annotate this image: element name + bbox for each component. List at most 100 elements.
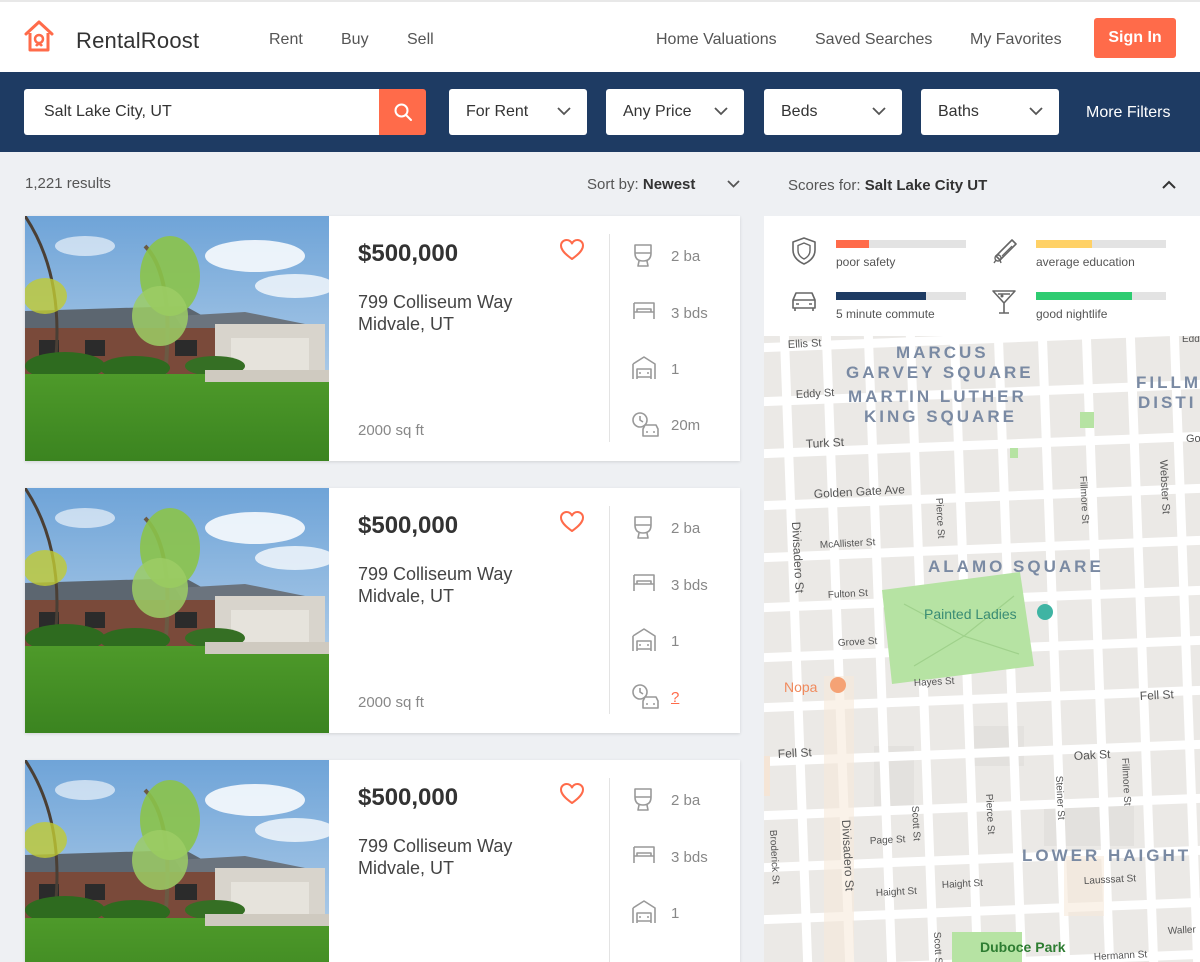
listing-card[interactable]: $500,000 799 Colliseum Way Midvale, UT 2… (25, 216, 740, 461)
commute-feature: 20m (631, 411, 731, 441)
nightlife-score-bar (1036, 292, 1166, 300)
baths-value: 2 ba (671, 248, 701, 265)
diploma-icon (993, 239, 1017, 264)
scores-header[interactable]: Scores for: Salt Lake City UT (764, 152, 1200, 216)
chevron-down-icon (714, 107, 728, 116)
safety-score-fill (836, 240, 869, 248)
garage-icon (632, 356, 656, 379)
baths-value: 2 ba (671, 792, 701, 809)
toilet-icon (634, 788, 652, 811)
shield-icon (792, 237, 816, 265)
nav-saved-searches[interactable]: Saved Searches (815, 31, 932, 49)
beds-value: 3 bds (671, 849, 708, 866)
education-score: average education (990, 236, 1190, 276)
brand-name[interactable]: RentalRoost (76, 28, 199, 54)
svg-text:Steiner St: Steiner St (1053, 776, 1066, 821)
listing-address-line2[interactable]: Midvale, UT (358, 858, 454, 879)
svg-text:Grove St: Grove St (838, 636, 878, 649)
nav-buy[interactable]: Buy (341, 31, 369, 49)
map-canvas[interactable]: MARCUS GARVEY SQUARE MARTIN LUTHER KING … (764, 336, 1200, 962)
price-value: Any Price (623, 103, 692, 120)
heart-icon[interactable] (559, 782, 585, 806)
svg-text:Eddy: Eddy (1182, 336, 1200, 345)
heart-icon[interactable] (559, 238, 585, 262)
nav-rent[interactable]: Rent (269, 31, 303, 49)
commute-score-bar (836, 292, 966, 300)
beds-dropdown[interactable]: Beds (764, 89, 902, 135)
listing-address-line2[interactable]: Midvale, UT (358, 314, 454, 335)
bed-icon (633, 302, 655, 319)
garage-value: 1 (671, 361, 680, 378)
listing-sqft: 2000 sq ft (358, 694, 424, 711)
location-search-input[interactable]: Salt Lake City, UT (24, 89, 380, 135)
garage-feature: 1 (631, 627, 731, 657)
top-header: RentalRoost Rent Buy Sell Home Valuation… (0, 0, 1200, 72)
poi-painted-ladies[interactable]: Painted Ladies (924, 606, 1017, 622)
safety-score: poor safety (790, 236, 990, 276)
garage-value: 1 (671, 633, 680, 650)
beds-feature: 3 bds (631, 571, 731, 601)
poi-nopa[interactable]: Nopa (784, 679, 818, 695)
svg-text:Fell St: Fell St (1139, 687, 1174, 703)
svg-text:Gol: Gol (1186, 433, 1200, 445)
heart-icon[interactable] (559, 510, 585, 534)
sort-dropdown[interactable]: Sort by: Newest (587, 176, 695, 193)
listing-type-dropdown[interactable]: For Rent (449, 89, 587, 135)
chevron-down-icon (872, 107, 886, 116)
listing-card[interactable]: $500,000 799 Colliseum Way Midvale, UT 2… (25, 488, 740, 733)
nightlife-score: good nightlife (990, 288, 1190, 328)
garage-feature: 1 (631, 355, 731, 385)
commute-clock-car-icon (632, 684, 659, 709)
scores-title: Scores for: Salt Lake City UT (788, 177, 987, 194)
listing-address-line2[interactable]: Midvale, UT (358, 586, 454, 607)
bed-icon (633, 574, 655, 591)
beds-feature: 3 bds (631, 843, 731, 873)
baths-value: Baths (938, 103, 979, 120)
nightlife-score-fill (1036, 292, 1133, 300)
map-label-fillmore: FILLM (1136, 373, 1200, 392)
safety-score-label: poor safety (836, 255, 896, 269)
listing-address-line1[interactable]: 799 Colliseum Way (358, 292, 512, 313)
chevron-down-icon[interactable] (727, 180, 740, 188)
listing-price: $500,000 (358, 784, 459, 811)
svg-text:Turk St: Turk St (805, 435, 845, 451)
house-photo[interactable] (25, 216, 329, 461)
listing-address-line1[interactable]: 799 Colliseum Way (358, 836, 512, 857)
sort-value: Newest (642, 176, 696, 193)
sign-in-button[interactable]: Sign In (1094, 18, 1176, 58)
divider (609, 234, 610, 442)
divider (609, 778, 610, 962)
toilet-icon (634, 244, 652, 267)
nav-sell[interactable]: Sell (407, 31, 434, 49)
more-filters-link[interactable]: More Filters (1086, 104, 1170, 122)
chevron-up-icon[interactable] (1162, 180, 1176, 189)
baths-dropdown[interactable]: Baths (921, 89, 1059, 135)
listing-card[interactable]: $500,000 799 Colliseum Way Midvale, UT 2… (25, 760, 740, 962)
map-view[interactable]: MARCUS GARVEY SQUARE MARTIN LUTHER KING … (764, 336, 1200, 962)
commute-unknown-link[interactable]: ? (671, 689, 679, 706)
restaurant-marker-icon[interactable] (830, 677, 846, 693)
commute-feature[interactable]: ? (631, 683, 731, 713)
nav-home-valuations[interactable]: Home Valuations (656, 31, 777, 49)
listing-address-line1[interactable]: 799 Colliseum Way (358, 564, 512, 585)
education-score-bar (1036, 240, 1166, 248)
house-logo-icon[interactable] (24, 20, 54, 54)
poi-duboce-park[interactable]: Duboce Park (980, 939, 1066, 955)
beds-value: 3 bds (671, 577, 708, 594)
education-score-fill (1036, 240, 1092, 248)
scores-title-city: Salt Lake City UT (864, 177, 988, 194)
house-photo[interactable] (25, 488, 329, 733)
house-photo[interactable] (25, 760, 329, 962)
map-label-lower-haight: LOWER HAIGHT (1022, 846, 1191, 865)
map-label-king-square: KING SQUARE (864, 407, 1017, 426)
price-dropdown[interactable]: Any Price (606, 89, 744, 135)
house-photo-art (25, 488, 329, 733)
cocktail-icon (992, 290, 1016, 314)
poi-marker-icon[interactable] (1037, 604, 1053, 620)
nav-my-favorites[interactable]: My Favorites (970, 31, 1062, 49)
svg-text:Fulton St: Fulton St (828, 588, 869, 601)
garage-value: 1 (671, 905, 680, 922)
search-button[interactable] (379, 89, 426, 135)
commute-clock-car-icon (632, 412, 659, 437)
house-photo-art (25, 216, 329, 461)
